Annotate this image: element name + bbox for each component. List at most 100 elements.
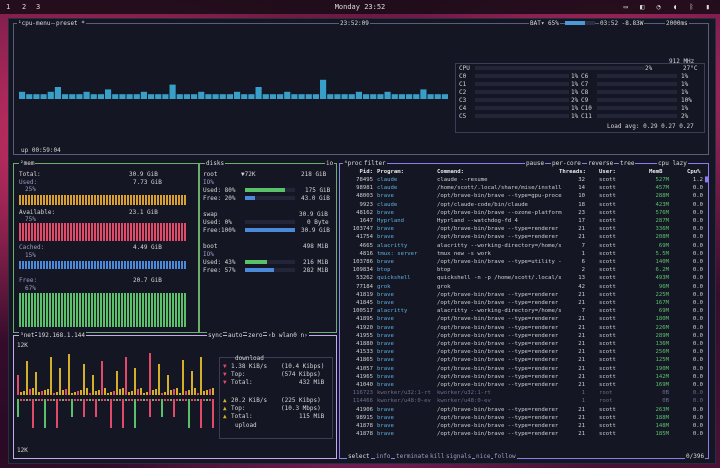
proc-header-threads[interactable]: Threads: [559,169,586,176]
proc-row[interactable]: 41040 brave/opt/brave-bin/brave --type=re… [343,382,703,389]
proc-row[interactable]: 41754 brave/opt/brave-bin/brave --type=re… [343,234,703,241]
net-title[interactable]: ³net [19,332,36,339]
per-core-button[interactable]: per-core [551,160,582,167]
cpu-history-bar [305,94,312,99]
proc-row[interactable]: 109834 btop btop 2 scott 6.2M 0.0 [343,267,703,274]
net-zero-button[interactable]: zero [247,332,264,339]
core-bar [597,106,677,110]
proc-title[interactable]: ⁴proc [343,160,364,167]
wifi-icon[interactable]: ◔ [656,3,664,11]
proc-header-user[interactable]: User: [599,169,616,176]
proc-row[interactable]: 41819 brave/opt/brave-bin/brave --type=re… [343,292,703,299]
tray-icon[interactable]: ◧ [640,3,648,11]
nice-button[interactable]: nice [475,453,492,460]
proc-row[interactable]: 48162 brave/opt/brave-bin/brave --ozone-p… [343,210,703,217]
pause-button[interactable]: pause [525,160,546,167]
proc-row[interactable]: 4816 tmux: server tmux new -s work 1 scott 5.… [343,251,703,258]
proc-row[interactable]: 1647 Hyprland Hyprland --watchdog-fd 4 17 sc… [343,218,703,225]
proc-header-row[interactable]: Pid: Program: Command: Threads: User: Me… [343,169,703,176]
proc-row[interactable]: 41878 brave/opt/brave-bin/brave --type=re… [343,431,703,438]
proc-row[interactable]: 98981 claude/home/scott/.local/share/mise… [343,185,703,192]
proc-row[interactable]: 100517 alacritty alacritty --working-direc… [343,308,703,315]
proc-header-program[interactable]: Program: [377,169,404,176]
mem-used-graph [19,195,189,205]
net-upload-bar [197,393,199,395]
proc-row[interactable]: 116723 kworker/u32:1-rt kworker/u32:1-rt 1 r… [343,390,703,397]
mem-graph-bar [112,261,114,269]
proc-row[interactable]: 48003 brave/opt/brave-bin/brave --type=gp… [343,193,703,200]
proc-row[interactable]: 77184 grok grok 42 scott 96M 0.0 [343,284,703,291]
mem-graph-bar [19,293,21,327]
volume-icon[interactable]: ◖ [673,3,681,11]
io-toggle[interactable]: io [325,160,335,167]
proc-row[interactable]: 114466 kworker/u48:0-ev kworker/u48:0-ev 1 r… [343,398,703,405]
proc-row[interactable]: 41057 brave/opt/brave-bin/brave --type=re… [343,366,703,373]
proc-row[interactable]: 41865 brave/opt/brave-bin/brave --type=re… [343,357,703,364]
btop-terminal-window[interactable]: ¹cpu menu preset * 23:52:09 BAT▾ 65% 03:… [8,18,716,464]
mem-graph-bar [175,293,177,327]
proc-row[interactable]: 41880 brave/opt/brave-bin/brave --type=re… [343,341,703,348]
mem-graph-bar [97,195,99,205]
mem-graph-bar [70,195,72,205]
proc-row[interactable]: 41965 brave/opt/brave-bin/brave --type=re… [343,374,703,381]
proc-row[interactable]: 103747 brave/opt/brave-bin/brave --type=r… [343,226,703,233]
proc-list[interactable]: 78495 claude claude --resume 32 scott 527M 1.2… [343,177,703,447]
system-tray[interactable]: ▭ ◧ ◔ ◖ ᛒ ▮ [624,0,714,14]
preset-button[interactable]: preset * [55,20,86,27]
proc-row[interactable]: 98915 brave/opt/brave-bin/brave --type=re… [343,415,703,422]
proc-row[interactable]: 41955 brave/opt/brave-bin/brave --type=re… [343,333,703,340]
proc-header-command[interactable]: Command: [437,169,464,176]
mem-title[interactable]: ²mem [19,160,36,167]
proc-row[interactable]: 41895 brave/opt/brave-bin/brave --type=re… [343,316,703,323]
signals-button[interactable]: signals [445,453,473,460]
proc-cell-cpu: 0.0 [692,373,703,380]
proc-header-mem[interactable]: MemB [649,169,662,176]
cpu-title[interactable]: ¹cpu [17,20,34,27]
battery-icon[interactable]: ▮ [706,3,714,11]
sort-selector[interactable]: cpu lazy [657,160,688,167]
mem-total-value: 30.9 GiB [129,171,158,178]
info-button[interactable]: info [375,453,392,460]
mem-graph-bar [172,223,174,241]
proc-cell-command: /opt/brave-bin/brave --type=renderer [437,357,559,364]
follow-button[interactable]: follow [493,453,517,460]
net-auto-button[interactable]: auto [227,332,244,339]
proc-header-pid[interactable]: Pid: [343,169,373,176]
mem-cached-value: 4.49 GiB [133,244,162,251]
disk-boot-used-bar [245,260,295,264]
net-sync-button[interactable]: sync [207,332,224,339]
reverse-button[interactable]: reverse [587,160,615,167]
proc-cell-threads: 21 [578,324,585,331]
mem-graph-bar [58,261,60,269]
proc-row[interactable]: 4665 alacritty alacritty --working-directo… [343,243,703,250]
proc-row[interactable]: 9923 claude/opt/claude-code/bin/claude 18 s… [343,202,703,209]
bluetooth-icon[interactable]: ᛒ [689,3,697,11]
proc-row[interactable]: 53262 quickshell quickshell -n -p /home/sc… [343,275,703,282]
net-interface-selector[interactable]: ‹b wlan0 n› [267,332,309,339]
proc-scrollbar[interactable]: █ [705,177,708,184]
cpu-history-bar [312,94,319,99]
proc-filter-button[interactable]: filter [363,160,387,167]
mem-graph-bar [61,195,63,205]
disk-root-name: root [203,171,218,178]
kill-button[interactable]: kill [429,453,446,460]
proc-header-cpu[interactable]: Cpu% [687,169,700,176]
net-download-bar [191,399,193,401]
terminate-button[interactable]: terminate [395,453,430,460]
select-button[interactable]: select [347,453,371,460]
proc-row[interactable]: 41920 brave/opt/brave-bin/brave --type=re… [343,325,703,332]
proc-row[interactable]: 41845 brave/opt/brave-bin/brave --type=re… [343,300,703,307]
display-icon[interactable]: ▭ [624,3,632,11]
cpu-history-bar [377,94,384,99]
proc-row[interactable]: 41533 brave/opt/brave-bin/brave --type=re… [343,349,703,356]
disk-bar-fill [245,196,255,200]
proc-row[interactable]: 41878 brave/opt/brave-bin/brave --type=re… [343,423,703,430]
update-interval[interactable]: 2000ms [665,20,689,27]
proc-row[interactable]: 78495 claude claude --resume 32 scott 527M 1.2 [343,177,703,184]
proc-row[interactable]: 103786 brave/opt/brave-bin/brave --type=u… [343,259,703,266]
proc-row[interactable]: 41906 brave/opt/brave-bin/brave --type=re… [343,407,703,414]
menu-button[interactable]: menu [35,20,52,27]
tree-button[interactable]: tree [619,160,636,167]
mem-graph-bar [79,293,81,327]
upload-rate-bits: (225 Kibps) [281,397,321,404]
